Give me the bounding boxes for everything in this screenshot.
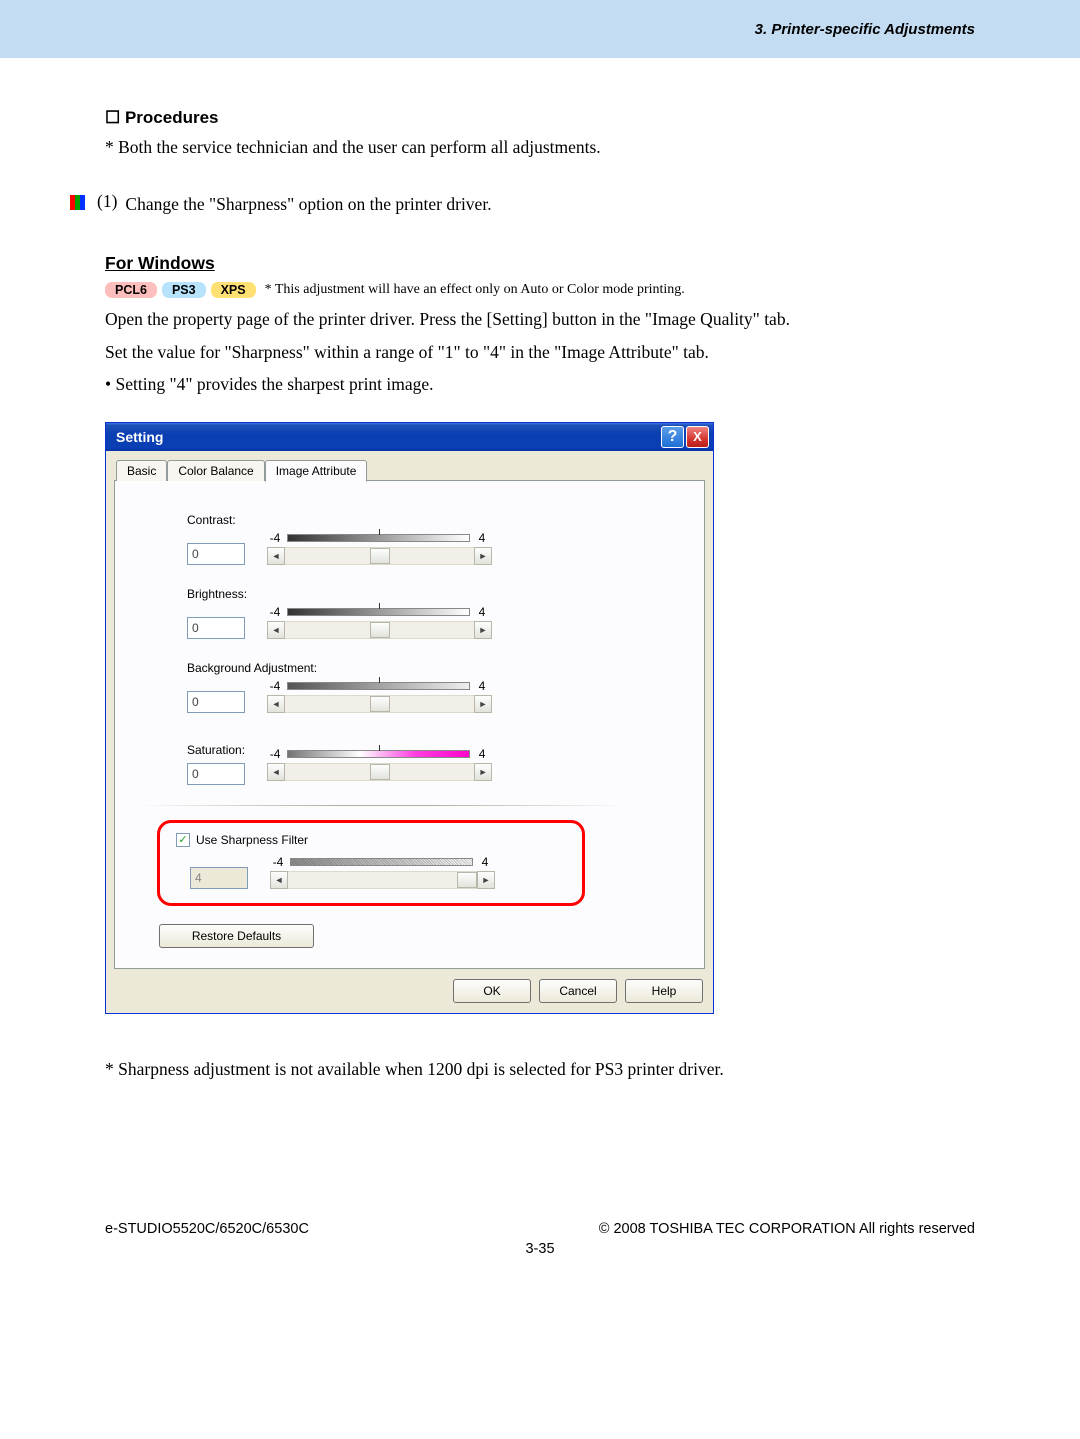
- use-sharpness-label: Use Sharpness Filter: [196, 833, 308, 847]
- slider-left-icon[interactable]: ◄: [267, 763, 285, 781]
- slider-right-icon[interactable]: ►: [474, 547, 492, 565]
- sharpness-highlight-box: ✓ Use Sharpness Filter 4 -4 4: [157, 820, 585, 906]
- background-slider[interactable]: ◄ ►: [267, 695, 492, 713]
- scale-max: 4: [474, 531, 490, 545]
- slider-left-icon[interactable]: ◄: [270, 871, 288, 889]
- image-attribute-panel: Contrast: 0 -4 4 ◄: [114, 480, 705, 969]
- titlebar-close-button[interactable]: X: [686, 426, 709, 448]
- sharpness-input: 4: [190, 867, 248, 889]
- step-text: Change the "Sharpness" option on the pri…: [125, 191, 491, 218]
- background-gradient: [287, 682, 470, 690]
- help-button[interactable]: Help: [625, 979, 703, 1003]
- contrast-gradient: [287, 534, 470, 542]
- brightness-input[interactable]: 0: [187, 617, 245, 639]
- scale-max: 4: [474, 679, 490, 693]
- slider-right-icon[interactable]: ►: [474, 621, 492, 639]
- procedures-note: * Both the service technician and the us…: [105, 134, 975, 161]
- scale-max: 4: [477, 855, 493, 869]
- cancel-button[interactable]: Cancel: [539, 979, 617, 1003]
- slider-left-icon[interactable]: ◄: [267, 621, 285, 639]
- slider-right-icon[interactable]: ►: [474, 763, 492, 781]
- procedures-heading: ☐ Procedures: [105, 108, 975, 128]
- background-input[interactable]: 0: [187, 691, 245, 713]
- step-number: (1): [97, 191, 117, 212]
- priority-marker-icon: [70, 195, 85, 210]
- use-sharpness-checkbox[interactable]: ✓: [176, 833, 190, 847]
- brightness-label: Brightness:: [187, 587, 684, 601]
- driver-badges: PCL6 PS3 XPS * This adjustment will have…: [105, 282, 975, 298]
- slider-right-icon[interactable]: ►: [474, 695, 492, 713]
- brightness-slider[interactable]: ◄ ►: [267, 621, 492, 639]
- scale-min: -4: [267, 531, 283, 545]
- page-content: ☐ Procedures * Both the service technici…: [0, 58, 1080, 1083]
- contrast-input[interactable]: 0: [187, 543, 245, 565]
- page-footer: e-STUDIO5520C/6520C/6530C © 2008 TOSHIBA…: [0, 1221, 1080, 1237]
- setting-dialog: Setting ? X Basic Color Balance Image At…: [105, 422, 714, 1014]
- titlebar-help-button[interactable]: ?: [661, 426, 684, 448]
- dialog-button-row: OK Cancel Help: [106, 969, 713, 1013]
- saturation-label: Saturation:: [187, 743, 245, 757]
- slider-left-icon[interactable]: ◄: [267, 547, 285, 565]
- scale-max: 4: [474, 747, 490, 761]
- saturation-input[interactable]: 0: [187, 763, 245, 785]
- badge-ps3: PS3: [162, 282, 206, 298]
- tab-basic[interactable]: Basic: [116, 460, 167, 481]
- sharpness-gradient: [290, 858, 473, 866]
- scale-min: -4: [267, 747, 283, 761]
- tab-row: Basic Color Balance Image Attribute: [116, 459, 705, 480]
- page-header: 3. Printer-specific Adjustments: [0, 0, 1080, 58]
- badge-note: * This adjustment will have an effect on…: [265, 282, 685, 298]
- tab-color-balance[interactable]: Color Balance: [167, 460, 264, 481]
- bullet-1: • Setting "4" provides the sharpest prin…: [105, 371, 975, 398]
- separator: [137, 805, 627, 806]
- badge-xps: XPS: [211, 282, 256, 298]
- section-label: 3. Printer-specific Adjustments: [755, 21, 975, 38]
- paragraph-2: Set the value for "Sharpness" within a r…: [105, 339, 975, 366]
- contrast-slider[interactable]: ◄ ►: [267, 547, 492, 565]
- badge-pcl6: PCL6: [105, 282, 157, 298]
- brightness-gradient: [287, 608, 470, 616]
- contrast-label: Contrast:: [187, 513, 684, 527]
- dialog-title: Setting: [116, 429, 163, 445]
- scale-max: 4: [474, 605, 490, 619]
- background-label: Background Adjustment:: [187, 661, 684, 675]
- paragraph-1: Open the property page of the printer dr…: [105, 306, 975, 333]
- for-windows-heading: For Windows: [105, 253, 975, 274]
- footnote: * Sharpness adjustment is not available …: [105, 1056, 975, 1083]
- scale-min: -4: [267, 605, 283, 619]
- saturation-slider[interactable]: ◄ ►: [267, 763, 492, 781]
- restore-defaults-button[interactable]: Restore Defaults: [159, 924, 314, 948]
- sharpness-slider[interactable]: ◄ ►: [270, 871, 495, 889]
- tab-image-attribute[interactable]: Image Attribute: [265, 460, 368, 482]
- footer-right: © 2008 TOSHIBA TEC CORPORATION All right…: [599, 1221, 975, 1237]
- scale-min: -4: [270, 855, 286, 869]
- slider-right-icon[interactable]: ►: [477, 871, 495, 889]
- page-number: 3-35: [0, 1241, 1080, 1257]
- slider-left-icon[interactable]: ◄: [267, 695, 285, 713]
- ok-button[interactable]: OK: [453, 979, 531, 1003]
- titlebar[interactable]: Setting ? X: [106, 423, 713, 451]
- footer-left: e-STUDIO5520C/6520C/6530C: [105, 1221, 309, 1237]
- saturation-gradient: [287, 750, 470, 758]
- scale-min: -4: [267, 679, 283, 693]
